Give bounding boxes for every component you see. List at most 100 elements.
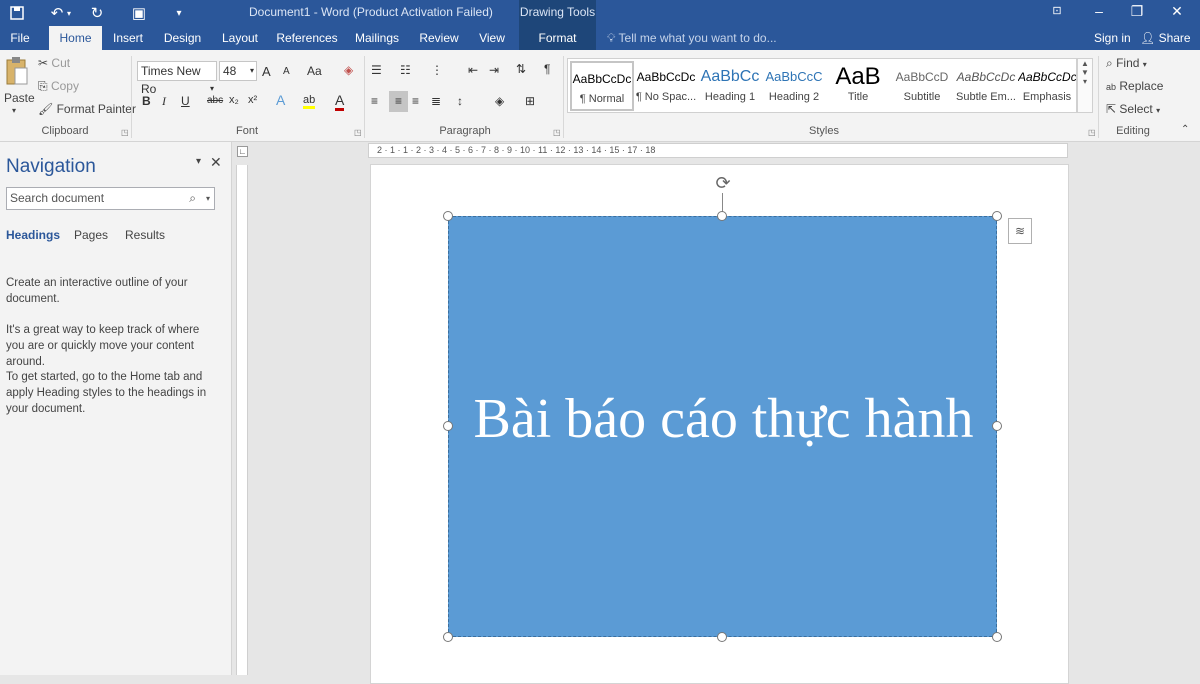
find-button[interactable]: ⌕ Find ▾ xyxy=(1106,56,1147,71)
touch-mode-icon[interactable]: ▣ xyxy=(128,3,150,23)
close-pane-icon[interactable]: ✕ xyxy=(210,154,222,171)
tab-file[interactable]: File xyxy=(2,26,38,50)
style-no-spacing[interactable]: AaBbCcDc ¶ No Spac... xyxy=(634,61,698,111)
align-left-icon[interactable]: ≡ xyxy=(371,94,378,108)
rotate-handle-icon[interactable]: ⟳ xyxy=(712,172,734,194)
show-marks-button[interactable]: ¶ xyxy=(544,62,550,76)
search-document-input[interactable]: Search document ⌕ ▾ xyxy=(6,187,215,210)
resize-handle-left[interactable] xyxy=(443,421,453,431)
scroll-down-icon[interactable]: ▼ xyxy=(1078,68,1092,77)
sign-in-link[interactable]: Sign in xyxy=(1094,26,1131,50)
strikethrough-button[interactable]: abc xyxy=(207,95,223,106)
justify-icon[interactable]: ≣ xyxy=(431,94,441,108)
more-styles-icon[interactable]: ▾ xyxy=(1078,77,1092,86)
shape-text[interactable]: Bài báo cáo thực hành xyxy=(449,387,998,451)
tab-format[interactable]: Format xyxy=(519,26,596,50)
resize-handle-top-right[interactable] xyxy=(992,211,1002,221)
decrease-indent-icon[interactable]: ⇤ xyxy=(468,63,478,77)
align-right-icon[interactable]: ≡ xyxy=(412,94,419,108)
multilevel-list-icon[interactable]: ⋮ xyxy=(431,63,443,77)
tab-review[interactable]: Review xyxy=(416,26,462,50)
numbering-icon[interactable]: ☷ xyxy=(400,63,411,77)
style-subtle-emphasis[interactable]: AaBbCcDc Subtle Em... xyxy=(954,61,1018,111)
clear-formatting-icon[interactable]: ◈ xyxy=(344,63,353,77)
italic-button[interactable]: I xyxy=(162,94,166,109)
tab-insert[interactable]: Insert xyxy=(108,26,148,50)
paste-button[interactable] xyxy=(5,56,29,92)
cut-button[interactable]: ✂ Cut xyxy=(38,56,70,70)
pane-options-icon[interactable]: ▾ xyxy=(196,156,201,167)
close-window-icon[interactable]: ✕ xyxy=(1158,0,1196,26)
restore-icon[interactable]: ❐ xyxy=(1118,0,1156,26)
search-icon[interactable]: ⌕ xyxy=(189,188,196,209)
format-painter-button[interactable]: 🖌︎ Format Painter xyxy=(38,102,136,116)
tab-home[interactable]: Home xyxy=(49,26,102,50)
underline-button[interactable]: U xyxy=(181,94,190,108)
clipboard-launcher-icon[interactable]: ◳ xyxy=(121,128,129,137)
shading-icon[interactable]: ◈ xyxy=(495,94,504,108)
copy-button[interactable]: ⎘ Copy xyxy=(38,79,79,94)
tab-references[interactable]: References xyxy=(276,26,338,50)
tab-mailings[interactable]: Mailings xyxy=(352,26,402,50)
resize-handle-bottom-left[interactable] xyxy=(443,632,453,642)
redo-icon[interactable]: ↻ xyxy=(86,3,108,23)
style-emphasis[interactable]: AaBbCcDc Emphasis xyxy=(1018,61,1076,111)
text-effects-button[interactable]: A xyxy=(276,92,285,108)
collapse-ribbon-icon[interactable]: ⌃ xyxy=(1181,124,1189,135)
style-heading-2[interactable]: AaBbCcC Heading 2 xyxy=(762,61,826,111)
scroll-up-icon[interactable]: ▲ xyxy=(1078,59,1092,68)
font-size-box[interactable]: 48 ▾ xyxy=(219,61,257,81)
resize-handle-bottom[interactable] xyxy=(717,632,727,642)
bullets-icon[interactable]: ☰ xyxy=(371,63,382,77)
customize-toolbar-icon[interactable]: ▾ xyxy=(168,3,190,23)
tab-view[interactable]: View xyxy=(474,26,510,50)
minimize-icon[interactable]: – xyxy=(1080,0,1118,26)
increase-indent-icon[interactable]: ⇥ xyxy=(489,63,499,77)
styles-launcher-icon[interactable]: ◳ xyxy=(1088,128,1096,137)
highlight-button[interactable]: ab xyxy=(303,94,316,109)
paste-dropdown-icon[interactable]: ▾ xyxy=(12,106,16,115)
style-title[interactable]: AaB Title xyxy=(826,61,890,111)
font-launcher-icon[interactable]: ◳ xyxy=(354,128,362,137)
nav-tab-pages[interactable]: Pages xyxy=(74,228,108,242)
borders-icon[interactable]: ⊞ xyxy=(525,94,535,108)
find-dropdown-icon: ▾ xyxy=(1142,60,1147,69)
sort-icon[interactable]: ⇅ xyxy=(516,62,526,76)
resize-handle-right[interactable] xyxy=(992,421,1002,431)
font-color-button[interactable]: A xyxy=(335,92,345,111)
resize-handle-top[interactable] xyxy=(717,211,727,221)
style-subtitle[interactable]: AaBbCcD Subtitle xyxy=(890,61,954,111)
undo-dropdown-icon[interactable]: ▾ xyxy=(64,3,74,23)
tab-layout[interactable]: Layout xyxy=(218,26,262,50)
ribbon-display-options-icon[interactable]: ⊡ xyxy=(1038,0,1076,26)
rectangle-shape[interactable]: Bài báo cáo thực hành xyxy=(448,216,997,637)
shrink-font-button[interactable]: A xyxy=(283,66,290,77)
tell-me-search[interactable]: 💡︎ Tell me what you want to do... xyxy=(607,26,777,50)
tab-design[interactable]: Design xyxy=(160,26,205,50)
grow-font-button[interactable]: A xyxy=(262,64,271,79)
tab-selector-icon[interactable]: ∟ xyxy=(237,146,248,157)
save-icon[interactable] xyxy=(6,3,28,23)
layout-options-icon[interactable]: ≋ xyxy=(1008,218,1032,244)
select-button[interactable]: ⇱ Select ▾ xyxy=(1106,102,1160,116)
align-center-icon[interactable]: ≡ xyxy=(389,91,408,112)
subscript-button[interactable]: x₂ xyxy=(229,94,239,106)
style-heading-1[interactable]: AaBbCc Heading 1 xyxy=(698,61,762,111)
line-spacing-icon[interactable]: ↕ xyxy=(457,94,463,108)
title-bar: ↶ ▾ ↻ ▣ ▾ Document1 - Word (Product Acti… xyxy=(0,0,1200,26)
nav-tab-results[interactable]: Results xyxy=(125,228,165,242)
resize-handle-bottom-right[interactable] xyxy=(992,632,1002,642)
font-name-box[interactable]: Times New Ro ▾ xyxy=(137,61,217,96)
font-size-dropdown-icon: ▾ xyxy=(249,66,254,75)
paragraph-launcher-icon[interactable]: ◳ xyxy=(553,128,561,137)
share-button[interactable]: 👤︎ Share xyxy=(1140,26,1191,50)
superscript-button[interactable]: x² xyxy=(248,94,257,106)
change-case-button[interactable]: Aa xyxy=(307,64,322,78)
replace-button[interactable]: ab Replace xyxy=(1106,79,1163,93)
styles-gallery-scroll[interactable]: ▲ ▼ ▾ xyxy=(1077,58,1093,113)
style-normal[interactable]: AaBbCcDc ¶ Normal xyxy=(570,61,634,111)
nav-tab-headings[interactable]: Headings xyxy=(6,228,60,242)
resize-handle-top-left[interactable] xyxy=(443,211,453,221)
search-dropdown-icon[interactable]: ▾ xyxy=(206,188,210,209)
bold-button[interactable]: B xyxy=(142,94,151,108)
